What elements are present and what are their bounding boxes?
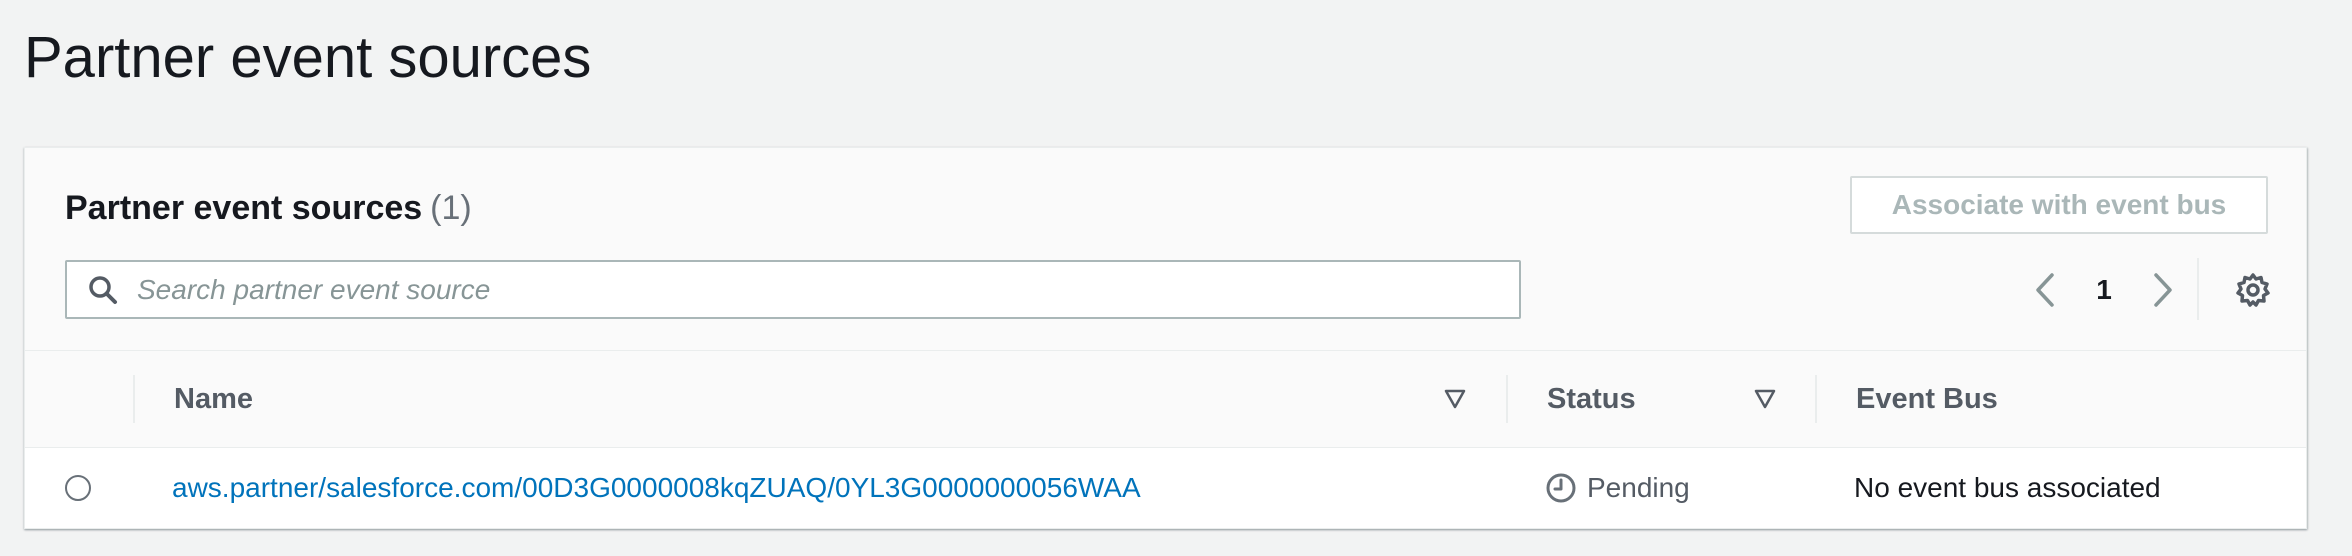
panel-header: Partner event sources (1) Associate with …: [25, 148, 2306, 351]
column-divider: [133, 375, 135, 423]
column-divider: [1815, 375, 1817, 423]
partner-event-sources-panel: Partner event sources (1) Associate with …: [24, 147, 2307, 529]
event-source-link[interactable]: aws.partner/salesforce.com/00D3G0000008k…: [172, 472, 1141, 504]
status-text: Pending: [1587, 472, 1690, 503]
sort-down-icon[interactable]: [1443, 388, 1467, 410]
clock-icon: [1545, 472, 1577, 504]
page-number[interactable]: 1: [2065, 274, 2143, 306]
row-select-radio[interactable]: [65, 475, 91, 501]
column-header-event-bus: Event Bus: [1856, 382, 1998, 415]
column-header-status[interactable]: Status: [1547, 351, 1636, 447]
panel-title-text: Partner event sources: [65, 189, 423, 227]
search-field[interactable]: [65, 260, 1521, 319]
search-icon: [83, 270, 123, 310]
chevron-right-icon[interactable]: [2143, 264, 2183, 316]
page-title: Partner event sources: [24, 25, 592, 90]
search-input[interactable]: [135, 266, 1439, 313]
column-divider: [1506, 375, 1508, 423]
panel-count: (1): [430, 189, 472, 227]
table-header: Name Status Event Bus: [25, 351, 2306, 448]
status-cell: Pending: [1545, 448, 1690, 528]
chevron-left-icon[interactable]: [2025, 264, 2065, 316]
sort-down-icon[interactable]: [1753, 388, 1777, 410]
associate-with-event-bus-button[interactable]: Associate with event bus: [1850, 176, 2268, 234]
pagination: 1: [2025, 264, 2183, 316]
event-bus-cell: No event bus associated: [1854, 472, 2161, 503]
panel-title: Partner event sources (1): [65, 186, 472, 230]
pager-divider: [2197, 258, 2199, 320]
column-header-name[interactable]: Name: [174, 351, 253, 447]
table-row[interactable]: aws.partner/salesforce.com/00D3G0000008k…: [25, 448, 2306, 528]
gear-icon[interactable]: [2229, 266, 2277, 314]
name-cell: aws.partner/salesforce.com/00D3G0000008k…: [172, 448, 1141, 528]
